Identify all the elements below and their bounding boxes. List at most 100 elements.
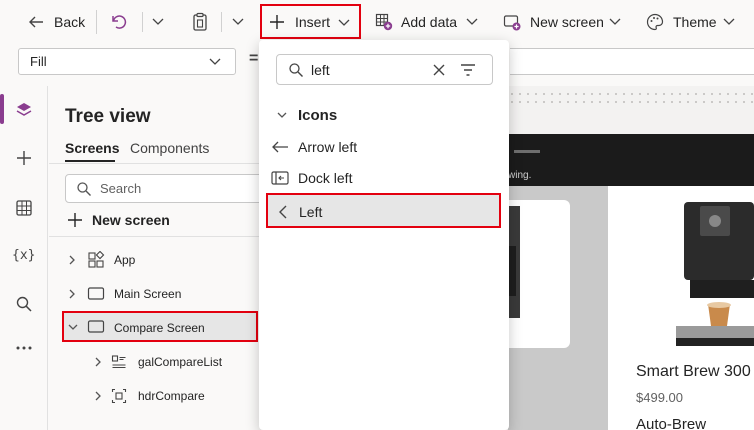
tab-components-label: Components (130, 140, 210, 156)
filter-button[interactable] (460, 63, 476, 77)
gallery-icon (111, 354, 127, 370)
chevron-down-icon (151, 17, 165, 27)
property-dropdown[interactable]: Fill (18, 48, 236, 75)
chevron-right-icon (93, 390, 103, 402)
canvas-ruler (508, 90, 754, 104)
toolbar-divider (96, 10, 97, 34)
icons-group-header[interactable]: Icons (259, 102, 509, 128)
chevron-left-icon (277, 204, 289, 220)
insert-search-input[interactable]: left (276, 54, 493, 85)
tree-item-compare-screen[interactable]: Compare Screen (62, 311, 258, 342)
tree-item-main-screen[interactable]: Main Screen (49, 282, 260, 306)
dock-left-icon (271, 171, 289, 185)
tab-screens-label: Screens (65, 140, 120, 156)
container-icon (111, 388, 127, 404)
tree-view-title: Tree view (65, 106, 151, 127)
formula-equals: = (249, 50, 259, 67)
insert-item-label: Dock left (298, 170, 353, 186)
new-screen-icon (503, 13, 521, 31)
power-apps-studio: Back Insert Add data New screen Theme Fi… (0, 0, 754, 430)
tree-search-placeholder: Search (100, 181, 142, 196)
insert-button[interactable]: Insert (260, 4, 361, 39)
undo-button[interactable] (106, 10, 132, 34)
add-data-button[interactable]: Add data (372, 10, 482, 34)
coffee-machine-image (508, 206, 524, 318)
new-screen-toolbar-label: New screen (530, 14, 604, 30)
insert-item-label: Arrow left (298, 139, 358, 155)
rail-more-button[interactable] (14, 338, 34, 358)
rail-search-button[interactable] (14, 294, 34, 314)
chevron-right-icon (67, 254, 77, 266)
tree-item-label: Main Screen (114, 287, 182, 301)
add-data-icon (375, 13, 393, 31)
rail-data-button[interactable] (14, 198, 34, 218)
app-header-banner: wing. (508, 134, 754, 186)
product-subtitle: Auto-Brew (636, 416, 707, 430)
rail-insert-button[interactable] (14, 148, 34, 168)
table-icon (14, 198, 34, 218)
undo-dropdown-button[interactable] (148, 12, 168, 32)
insert-item-dock-left[interactable]: Dock left (259, 165, 509, 191)
paste-button[interactable] (188, 10, 212, 34)
variables-icon: {x} (12, 248, 36, 263)
more-icon (14, 338, 34, 358)
screen-icon (87, 286, 105, 302)
close-icon (432, 63, 446, 77)
insert-search-value: left (311, 62, 330, 78)
theme-button-label: Theme (673, 14, 717, 30)
product-card-left[interactable] (508, 200, 570, 348)
chevron-down-icon (208, 57, 222, 67)
clipboard-icon (191, 12, 209, 32)
chevron-down-icon (231, 17, 245, 27)
theme-button[interactable]: Theme (643, 10, 751, 34)
chevron-down-icon (276, 110, 288, 120)
insert-flyout: left Icons Arrow left Dock left Left (259, 40, 509, 430)
formula-input[interactable] (510, 48, 754, 75)
tree-search-input[interactable]: Search (65, 174, 265, 203)
chevron-down-icon (465, 17, 479, 27)
back-button[interactable]: Back (22, 10, 88, 34)
chevron-down-icon (337, 18, 351, 28)
tab-components[interactable]: Components (130, 138, 220, 164)
add-data-button-label: Add data (401, 14, 458, 30)
plus-icon (14, 148, 34, 168)
toolbar-divider (142, 12, 143, 32)
chevron-down-icon (722, 17, 736, 27)
back-button-label: Back (54, 14, 86, 30)
header-logo (514, 150, 540, 153)
tree-item-gal-compare-list[interactable]: galCompareList (49, 350, 260, 374)
product-price: $499.00 (636, 390, 683, 405)
new-screen-toolbar-button[interactable]: New screen (500, 10, 625, 34)
filter-icon (460, 63, 476, 77)
rail-active-indicator (0, 94, 4, 124)
toolbar-divider (221, 12, 222, 32)
undo-icon (110, 13, 128, 31)
layers-icon (14, 100, 34, 120)
arrow-left-icon (271, 140, 289, 154)
search-icon (14, 294, 34, 314)
product-name: Smart Brew 300 (636, 363, 751, 380)
insert-button-label: Insert (295, 14, 331, 30)
clear-search-button[interactable] (432, 63, 446, 77)
rail-variables-button[interactable]: {x} (12, 246, 38, 266)
chevron-right-icon (67, 288, 77, 300)
paste-dropdown-button[interactable] (228, 12, 248, 32)
search-icon (288, 62, 304, 78)
tab-divider (49, 163, 260, 164)
add-new-screen-button[interactable]: New screen (65, 209, 185, 231)
screen-icon (87, 319, 105, 335)
insert-item-left[interactable]: Left (266, 193, 501, 228)
add-new-screen-label: New screen (92, 212, 170, 228)
tree-item-label: galCompareList (138, 355, 223, 369)
tab-screens[interactable]: Screens (65, 138, 120, 164)
arrow-left-icon (27, 13, 45, 31)
insert-item-arrow-left[interactable]: Arrow left (259, 134, 509, 160)
tab-active-underline (65, 160, 115, 162)
rail-tree-view-button[interactable] (14, 100, 34, 120)
palette-icon (646, 13, 664, 31)
insert-item-label: Left (299, 204, 323, 220)
tree-item-hdr-compare[interactable]: hdrCompare (49, 384, 260, 408)
tree-item-app[interactable]: App (49, 248, 260, 272)
tree-item-label: hdrCompare (138, 389, 205, 403)
chevron-down-icon (608, 17, 622, 27)
